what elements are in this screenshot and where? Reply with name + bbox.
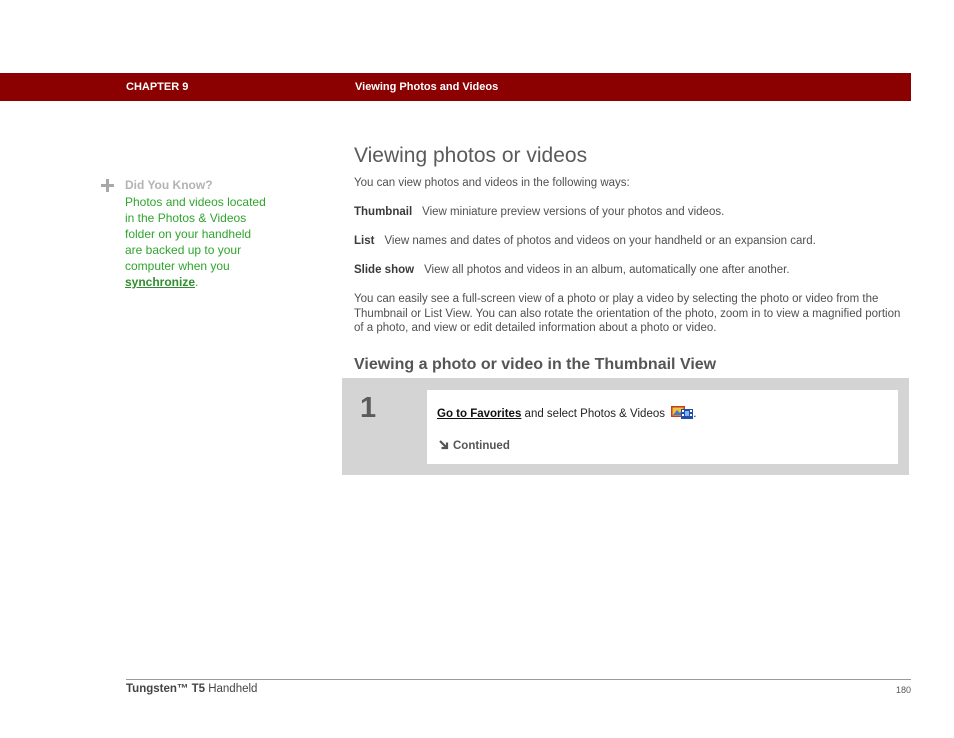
did-you-know-text: Photos and videos located in the Photos … [125,195,266,273]
step-instruction-period: . [693,408,697,420]
step-instruction-text: and select Photos & Videos [521,408,669,420]
section-subheading: Viewing a photo or video in the Thumbnai… [354,356,717,373]
view-item-thumbnail: Thumbnail View miniature preview versions… [354,205,910,220]
chapter-title: Viewing Photos and Videos [355,81,499,93]
footer-divider [126,679,911,680]
footer-brand: Tungsten™ T5 [126,683,206,695]
view-term: List [354,235,375,247]
did-you-know-period: . [195,275,199,289]
go-to-favorites-link[interactable]: Go to Favorites [437,408,521,420]
photos-videos-icon [671,406,694,419]
plus-icon [101,179,115,193]
continued-indicator: Continued [438,439,510,452]
view-term: Slide show [354,264,415,276]
arrow-down-right-icon [439,440,449,450]
footer-product-name: Tungsten™ T5 Handheld [126,683,257,695]
continued-label: Continued [453,440,510,452]
page-title: Viewing photos or videos [354,144,588,167]
body-paragraph: You can easily see a full-screen view of… [354,293,901,334]
step-number: 1 [360,392,377,424]
step-instruction: Go to Favorites and select Photos & Vide… [437,406,696,420]
synchronize-link[interactable]: synchronize [125,275,195,289]
view-item-list: List View names and dates of photos and v… [354,234,910,249]
view-description: View names and dates of photos and video… [384,235,816,247]
step-content-box [427,390,898,464]
view-item-slide-show: Slide show View all photos and videos in … [354,263,910,278]
intro-text: You can view photos and videos in the fo… [354,177,630,189]
did-you-know-heading: Did You Know? [125,178,213,192]
view-description: View miniature preview versions of your … [422,206,725,218]
footer-product: Handheld [205,683,258,695]
did-you-know-body: Photos and videos located in the Photos … [125,194,267,290]
view-term: Thumbnail [354,206,413,218]
chapter-label: CHAPTER 9 [126,81,189,93]
page-number: 180 [895,685,911,695]
view-description: View all photos and videos in an album, … [424,264,790,276]
